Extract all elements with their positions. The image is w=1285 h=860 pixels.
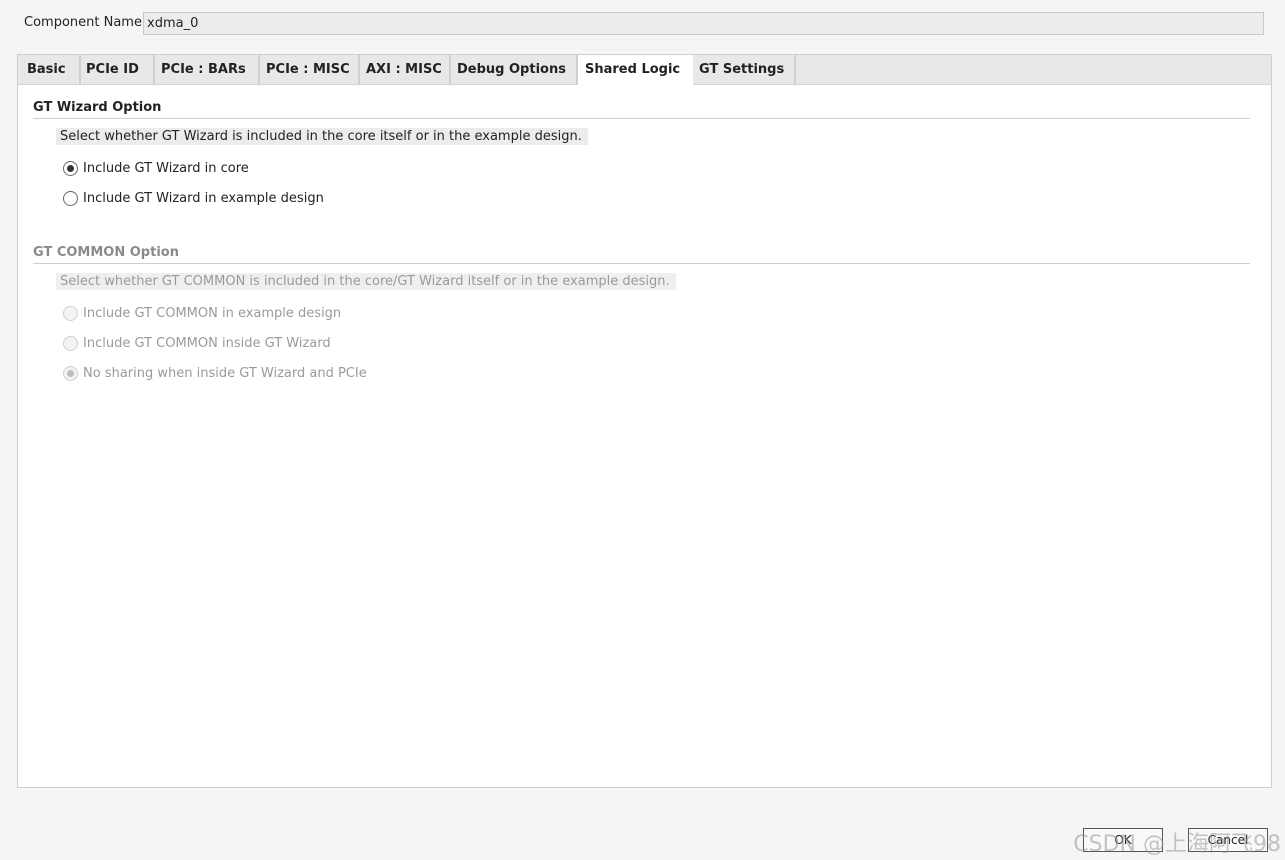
- radio-checked-icon: [63, 365, 78, 381]
- radio-label: Include GT COMMON in example design: [83, 306, 342, 321]
- component-name-label: Component Name: [24, 15, 142, 30]
- radio-label: Include GT Wizard in example design: [83, 191, 324, 206]
- tab-pcie-bars[interactable]: PCIe : BARs: [154, 55, 260, 84]
- radio-unchecked-icon: [63, 335, 78, 351]
- radio-unchecked-icon[interactable]: [63, 190, 78, 206]
- gt-wizard-in-example-radio[interactable]: Include GT Wizard in example design: [63, 190, 324, 208]
- radio-label: Include GT COMMON inside GT Wizard: [83, 336, 331, 351]
- radio-checked-icon[interactable]: [63, 160, 78, 176]
- radio-unchecked-icon: [63, 305, 78, 321]
- gt-common-inside-wizard-radio: Include GT COMMON inside GT Wizard: [63, 335, 331, 353]
- ok-button[interactable]: OK: [1083, 828, 1163, 852]
- tab-debug-options[interactable]: Debug Options: [450, 55, 578, 84]
- settings-panel: Basic PCIe ID PCIe : BARs PCIe : MISC AX…: [17, 54, 1272, 788]
- component-name-input[interactable]: [143, 12, 1264, 35]
- gt-common-no-sharing-radio: No sharing when inside GT Wizard and PCI…: [63, 365, 367, 383]
- gt-common-description: Select whether GT COMMON is included in …: [56, 273, 676, 290]
- tab-pcie-id[interactable]: PCIe ID: [79, 55, 155, 84]
- gt-common-divider: [33, 263, 1250, 264]
- gt-common-in-example-radio: Include GT COMMON in example design: [63, 305, 341, 323]
- cancel-button[interactable]: Cancel: [1188, 828, 1268, 852]
- radio-label: Include GT Wizard in core: [83, 161, 249, 176]
- gt-wizard-divider: [33, 118, 1250, 119]
- tab-axi-misc[interactable]: AXI : MISC: [359, 55, 451, 84]
- tab-pcie-misc[interactable]: PCIe : MISC: [259, 55, 360, 84]
- gt-wizard-title: GT Wizard Option: [33, 100, 162, 115]
- tab-gt-settings[interactable]: GT Settings: [692, 55, 796, 84]
- tab-shared-logic[interactable]: Shared Logic: [578, 55, 693, 85]
- tab-basic[interactable]: Basic: [20, 55, 81, 84]
- tab-bar: Basic PCIe ID PCIe : BARs PCIe : MISC AX…: [18, 55, 1271, 85]
- gt-wizard-description: Select whether GT Wizard is included in …: [56, 128, 588, 145]
- radio-label: No sharing when inside GT Wizard and PCI…: [83, 366, 367, 381]
- gt-common-title: GT COMMON Option: [33, 245, 179, 260]
- gt-wizard-in-core-radio[interactable]: Include GT Wizard in core: [63, 160, 249, 178]
